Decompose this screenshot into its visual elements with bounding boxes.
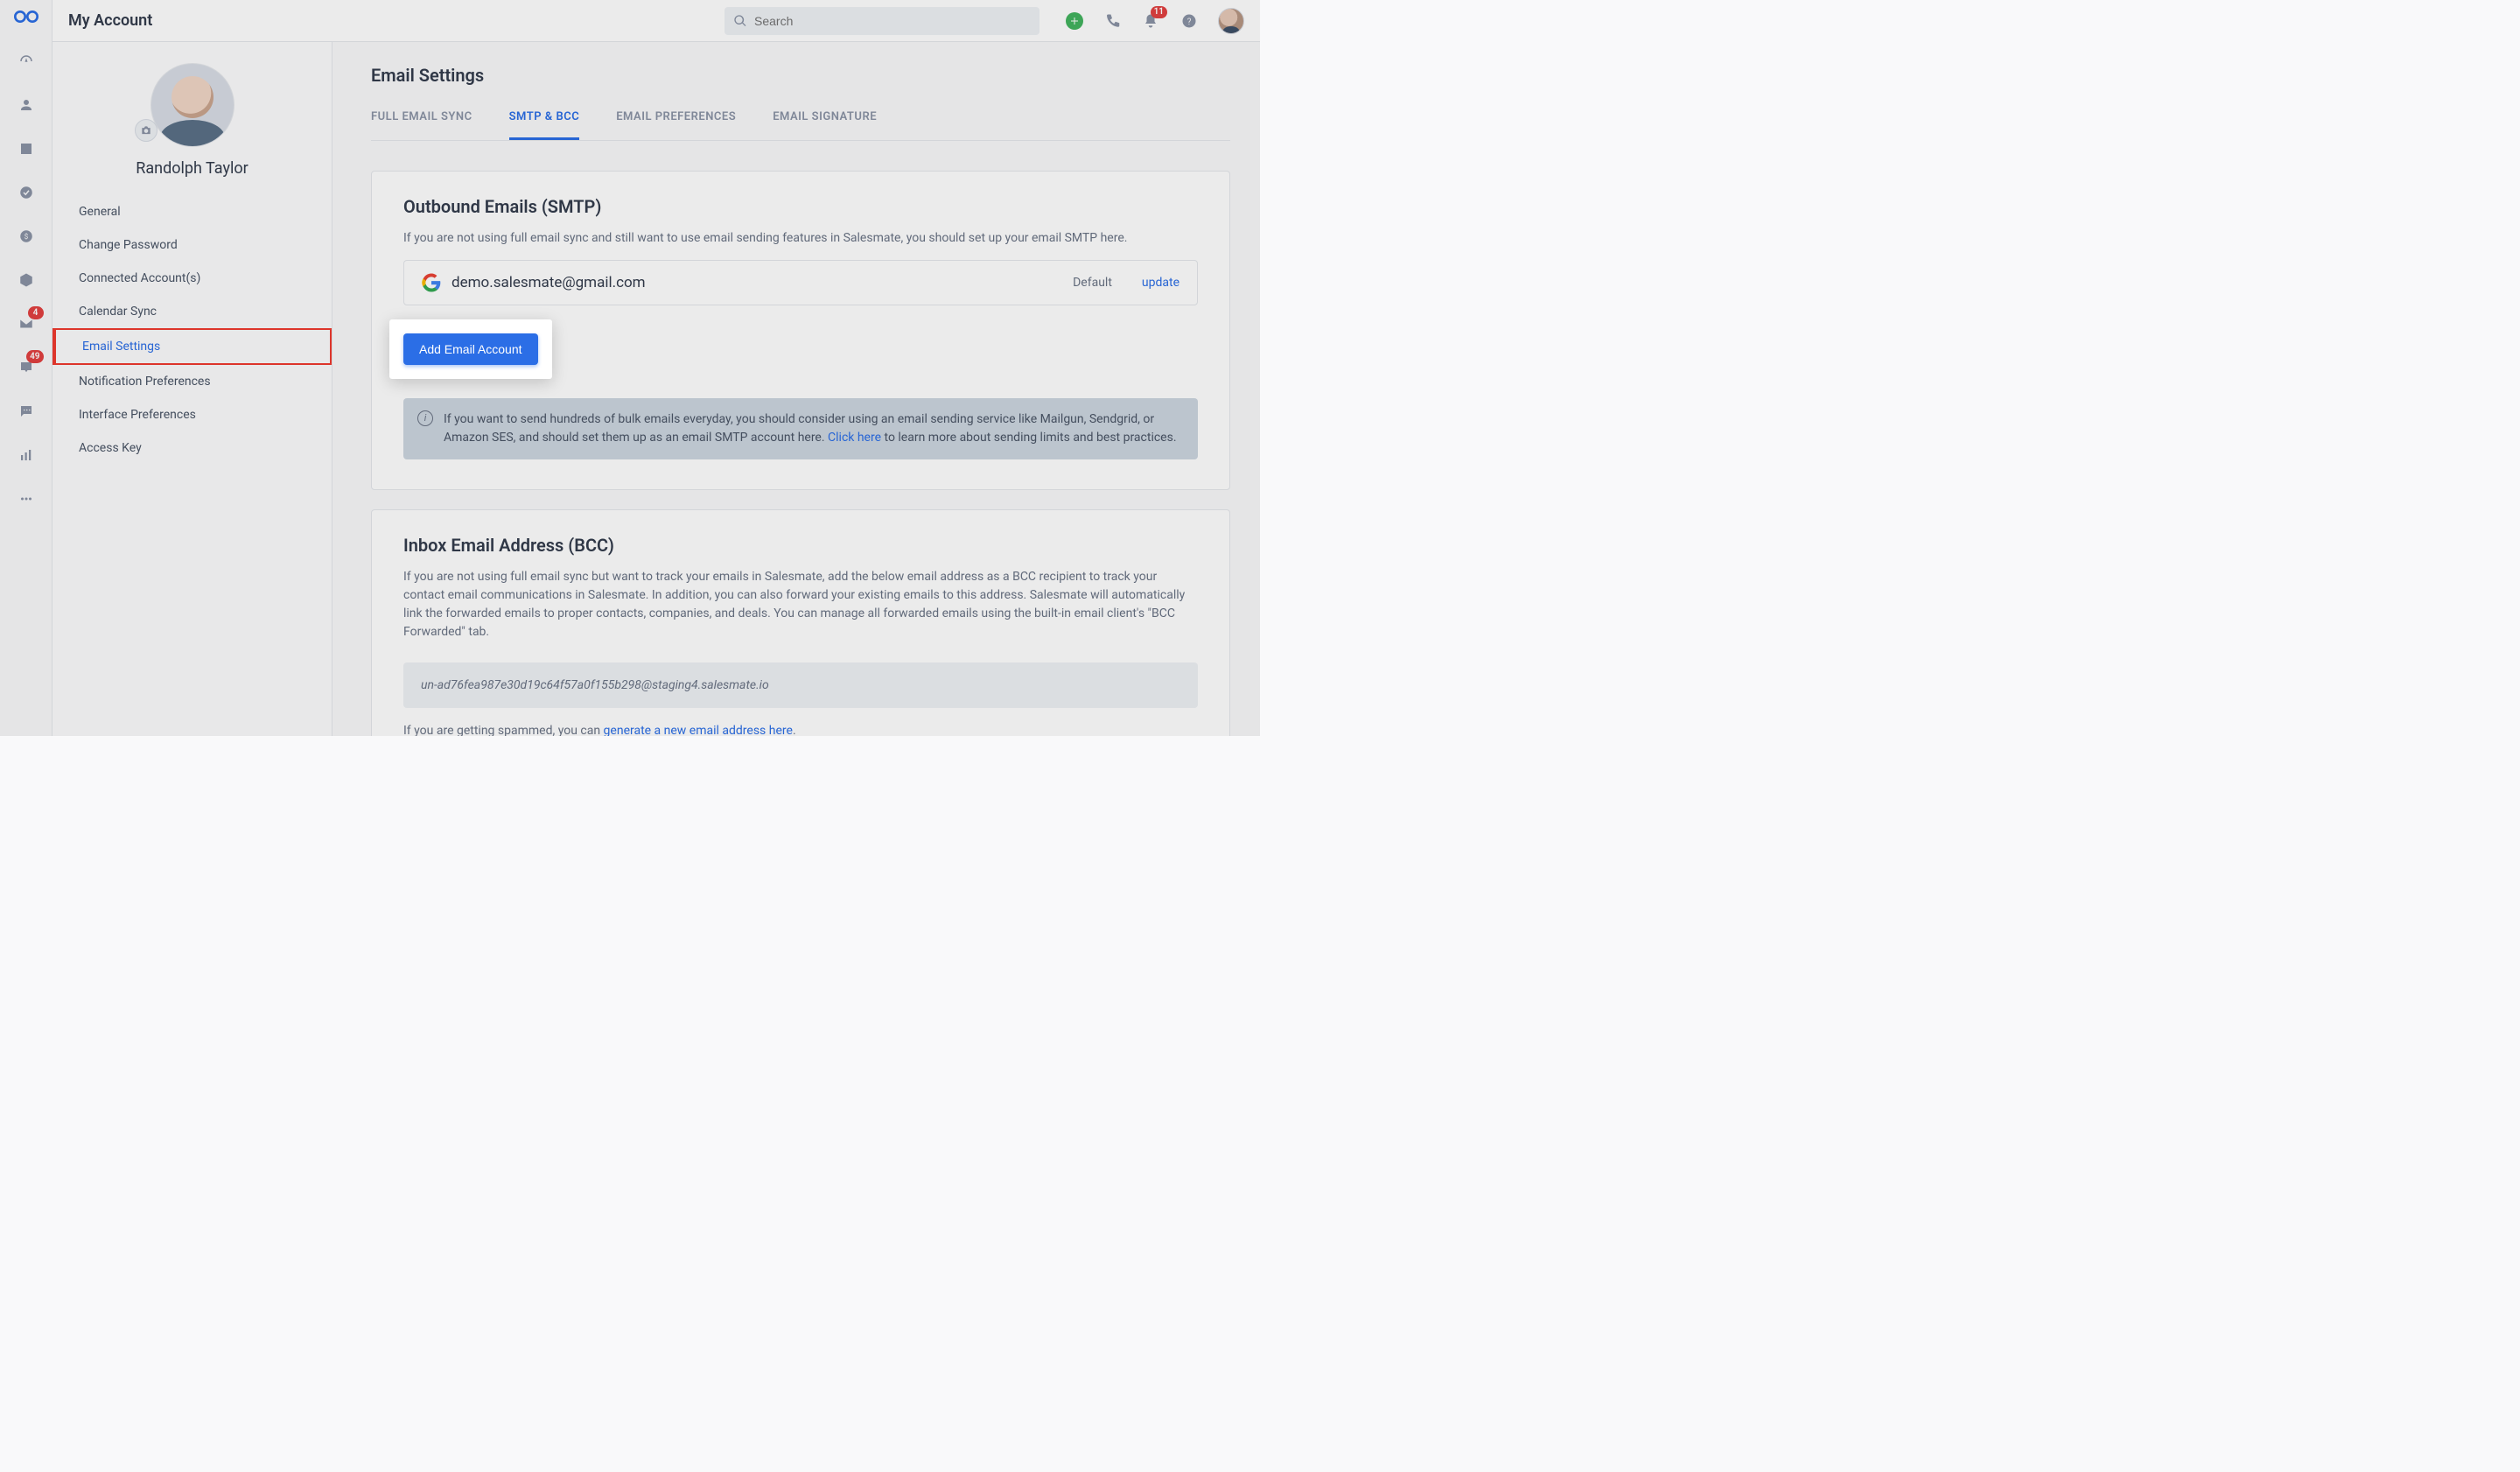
rail-mail-badge: 4 [28, 306, 44, 319]
account-nav: General Change Password Connected Accoun… [52, 195, 332, 465]
nav-email-settings[interactable]: Email Settings [52, 328, 332, 365]
smtp-title: Outbound Emails (SMTP) [403, 196, 1198, 217]
rail-more-icon[interactable] [10, 483, 42, 515]
search-input[interactable] [754, 14, 1031, 28]
svg-text:$: $ [24, 232, 28, 242]
notifications-badge: 11 [1151, 6, 1167, 18]
profile-name: Randolph Taylor [136, 159, 248, 178]
nav-access-key[interactable]: Access Key [52, 431, 332, 465]
nav-calendar-sync[interactable]: Calendar Sync [52, 295, 332, 328]
bcc-desc: If you are not using full email sync but… [403, 568, 1198, 641]
add-button[interactable] [1066, 12, 1083, 30]
smtp-info-box: i If you want to send hundreds of bulk e… [403, 398, 1198, 459]
smtp-info-text2: to learn more about sending limits and b… [881, 431, 1177, 445]
profile-avatar [150, 63, 234, 147]
bcc-spam-line: If you are getting spammed, you can gene… [403, 724, 1198, 736]
bcc-generate-link[interactable]: generate a new email address here [604, 724, 793, 736]
add-email-spotlight: Add Email Account [389, 319, 552, 379]
user-avatar-menu[interactable] [1218, 8, 1244, 34]
smtp-update-link[interactable]: update [1142, 276, 1180, 290]
tab-email-preferences[interactable]: EMAIL PREFERENCES [616, 110, 736, 140]
add-email-account-button[interactable]: Add Email Account [403, 333, 538, 365]
tab-full-email-sync[interactable]: FULL EMAIL SYNC [371, 110, 472, 140]
rail-mail-icon[interactable]: 4 [10, 308, 42, 340]
help-icon[interactable]: ? [1180, 11, 1199, 31]
change-photo-button[interactable] [135, 119, 158, 142]
main-content: Email Settings FULL EMAIL SYNC SMTP & BC… [332, 42, 1260, 736]
rail-dashboard-icon[interactable] [10, 46, 42, 77]
phone-icon[interactable] [1102, 11, 1122, 31]
svg-text:?: ? [1187, 17, 1192, 26]
smtp-default-label: Default [1073, 276, 1112, 290]
bcc-spam-prefix: If you are getting spammed, you can [403, 724, 604, 736]
nav-change-password[interactable]: Change Password [52, 228, 332, 262]
nav-notification-preferences[interactable]: Notification Preferences [52, 365, 332, 398]
rail-deals-icon[interactable]: $ [10, 221, 42, 252]
icon-rail: $ 4 49 [0, 0, 52, 736]
nav-general[interactable]: General [52, 195, 332, 228]
google-icon [422, 273, 441, 292]
smtp-info-link[interactable]: Click here [828, 431, 881, 445]
smtp-card: Outbound Emails (SMTP) If you are not us… [371, 171, 1230, 490]
info-icon: i [417, 410, 433, 426]
rail-inbox-icon[interactable]: 49 [10, 352, 42, 383]
bcc-card: Inbox Email Address (BCC) If you are not… [371, 509, 1230, 736]
smtp-desc: If you are not using full email sync and… [403, 229, 1198, 248]
rail-products-icon[interactable] [10, 264, 42, 296]
tab-email-signature[interactable]: EMAIL SIGNATURE [773, 110, 877, 140]
top-bar: My Account 11 ? [52, 0, 1260, 42]
rail-reports-icon[interactable] [10, 439, 42, 471]
rail-companies-icon[interactable] [10, 133, 42, 165]
rail-tasks-icon[interactable] [10, 177, 42, 208]
notifications-icon[interactable]: 11 [1141, 11, 1160, 31]
tab-smtp-bcc[interactable]: SMTP & BCC [509, 110, 580, 140]
main-title: Email Settings [371, 65, 1230, 86]
page-title: My Account [68, 11, 152, 30]
email-tabs: FULL EMAIL SYNC SMTP & BCC EMAIL PREFERE… [371, 110, 1230, 141]
bcc-address-box[interactable]: un-ad76fea987e30d19c64f57a0f155b298@stag… [403, 662, 1198, 708]
top-actions: 11 ? [1066, 8, 1244, 34]
rail-inbox-badge: 49 [26, 350, 43, 363]
account-sidebar: Randolph Taylor General Change Password … [52, 42, 332, 736]
global-search[interactable] [724, 7, 1040, 35]
rail-chat-icon[interactable] [10, 396, 42, 427]
nav-interface-preferences[interactable]: Interface Preferences [52, 398, 332, 431]
bcc-title: Inbox Email Address (BCC) [403, 535, 1198, 556]
nav-connected-accounts[interactable]: Connected Account(s) [52, 262, 332, 295]
app-logo[interactable] [14, 11, 38, 25]
search-icon [733, 14, 747, 28]
smtp-account-email: demo.salesmate@gmail.com [452, 274, 646, 291]
smtp-account-row: demo.salesmate@gmail.com Default update [403, 260, 1198, 305]
profile-header: Randolph Taylor [52, 63, 332, 178]
rail-contacts-icon[interactable] [10, 89, 42, 121]
